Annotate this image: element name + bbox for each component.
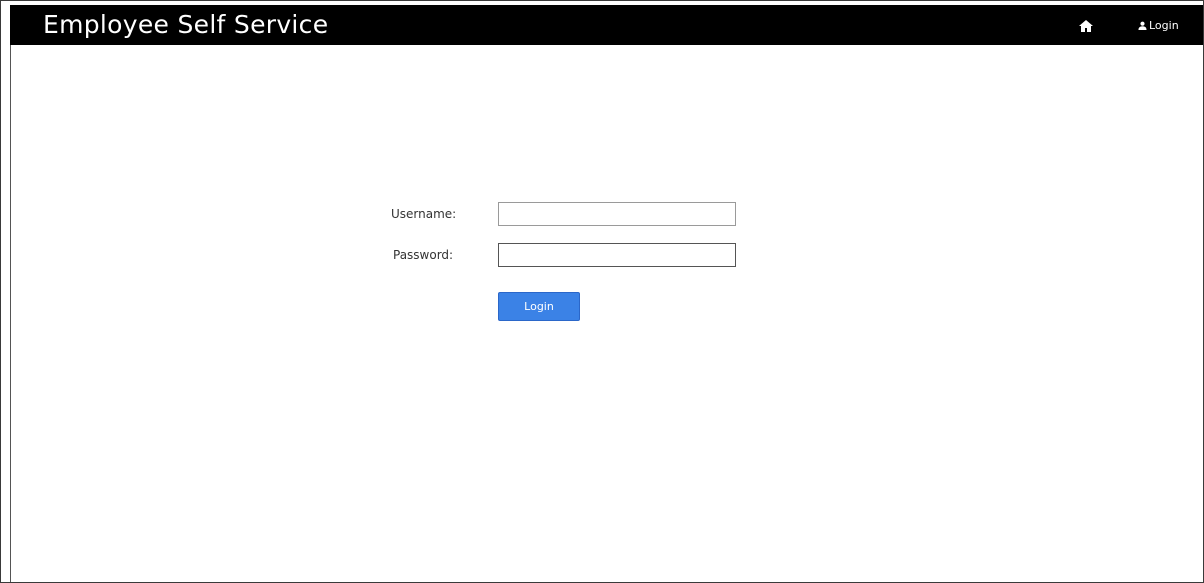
username-input[interactable] bbox=[498, 202, 736, 226]
home-icon bbox=[1079, 20, 1093, 32]
home-link[interactable] bbox=[1078, 18, 1094, 32]
login-link[interactable]: Login bbox=[1138, 16, 1179, 34]
login-button[interactable]: Login bbox=[498, 292, 580, 321]
login-link-label: Login bbox=[1149, 18, 1179, 32]
page-frame: Employee Self Service Login Username: Pa… bbox=[0, 0, 1204, 583]
top-navbar: Employee Self Service Login bbox=[10, 5, 1203, 45]
username-label: Username: bbox=[391, 207, 457, 221]
password-label: Password: bbox=[393, 248, 454, 262]
app-title: Employee Self Service bbox=[43, 10, 329, 39]
password-input[interactable] bbox=[498, 243, 736, 267]
left-divider bbox=[10, 45, 11, 582]
user-icon bbox=[1138, 21, 1147, 30]
